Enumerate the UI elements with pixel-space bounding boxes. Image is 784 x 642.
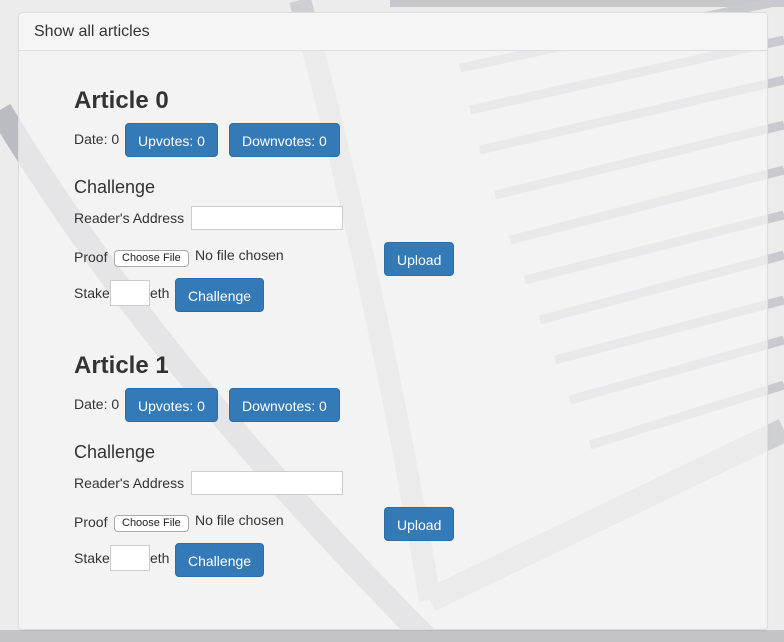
stake-label: Stake (74, 285, 110, 301)
stake-unit: eth (150, 550, 170, 566)
challenge-heading: Challenge (74, 442, 156, 462)
upload-button[interactable]: Upload (384, 507, 455, 541)
challenge-button[interactable]: Challenge (175, 278, 265, 312)
panel-heading: Show all articles (19, 13, 767, 51)
show-all-articles-link[interactable]: Show all articles (34, 23, 150, 41)
choose-file-button[interactable]: Choose File (114, 515, 189, 532)
proof-label: Proof (74, 514, 108, 530)
articles-panel: Show all articles Article 0 Date: 0 Upvo… (18, 12, 768, 630)
readers-address-input[interactable] (191, 471, 343, 495)
choose-file-button[interactable]: Choose File (114, 250, 189, 267)
readers-address-label: Reader's Address (74, 210, 185, 226)
file-status: No file chosen (195, 247, 284, 263)
upload-button[interactable]: Upload (384, 242, 455, 276)
file-status: No file chosen (195, 512, 284, 528)
challenge-heading: Challenge (74, 177, 156, 197)
article-date: Date: 0 (74, 396, 120, 412)
article-title: Article 1 (74, 352, 169, 379)
stake-input[interactable] (110, 280, 150, 306)
upvote-button[interactable]: Upvotes: 0 (125, 123, 218, 157)
readers-address-label: Reader's Address (74, 475, 185, 491)
challenge-button[interactable]: Challenge (175, 543, 265, 577)
article-date: Date: 0 (74, 131, 120, 147)
readers-address-input[interactable] (191, 206, 343, 230)
stake-label: Stake (74, 550, 110, 566)
stake-unit: eth (150, 285, 170, 301)
upvote-button[interactable]: Upvotes: 0 (125, 388, 218, 422)
downvote-button[interactable]: Downvotes: 0 (229, 123, 340, 157)
proof-label: Proof (74, 249, 108, 265)
article-title: Article 0 (74, 87, 169, 114)
downvote-button[interactable]: Downvotes: 0 (229, 388, 340, 422)
stake-input[interactable] (110, 545, 150, 571)
